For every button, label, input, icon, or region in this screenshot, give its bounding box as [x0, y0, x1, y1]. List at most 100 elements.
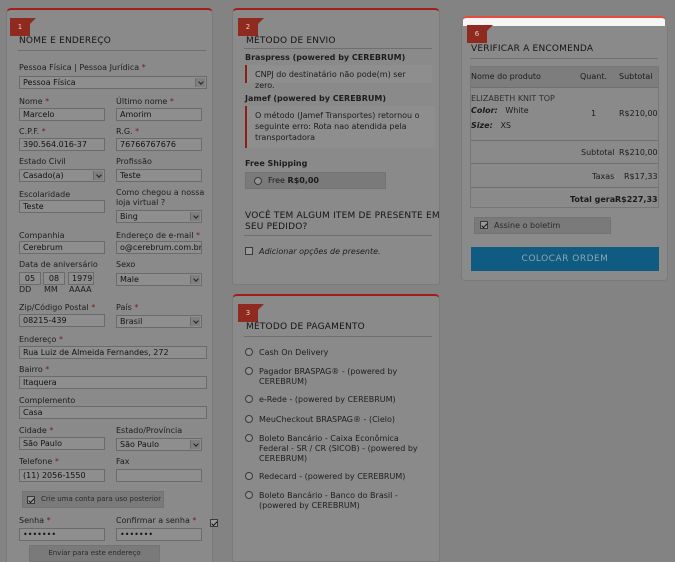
product-qty: 1: [591, 109, 597, 118]
education-input[interactable]: Teste: [19, 200, 105, 213]
complement-label: Complemento: [19, 396, 76, 405]
country-label: País *: [116, 303, 139, 312]
confirm-password-input[interactable]: •••••••: [116, 528, 202, 541]
profession-input[interactable]: Teste: [116, 169, 202, 182]
create-account-box[interactable]: Crie uma conta para uso posterior: [22, 491, 164, 508]
tax-value: R$17,33: [624, 172, 658, 181]
step-badge-2: 2: [238, 18, 264, 36]
create-account-checkbox[interactable]: [27, 496, 35, 504]
city-input[interactable]: São Paulo: [19, 437, 105, 450]
payment-option-cod[interactable]: Cash On Delivery: [259, 348, 328, 357]
zip-label: Zip/Código Postal *: [19, 303, 96, 312]
first-name-input[interactable]: Marcelo: [19, 108, 105, 121]
zip-input[interactable]: 08215-439: [19, 314, 105, 327]
complement-input[interactable]: Casa: [19, 406, 207, 419]
subtotal-label: Subtotal: [581, 148, 615, 157]
street-label: Endereço *: [19, 335, 63, 344]
payment-radio-boleto-bb[interactable]: [245, 491, 253, 499]
payment-option-meucheckout[interactable]: MeuCheckout BRASPAG® - (Cielo): [259, 415, 395, 424]
street-input[interactable]: Rua Luiz de Almeida Fernandes, 272: [19, 346, 207, 359]
payment-option-boleto-caixa[interactable]: Boleto Bancário - Caixa Econômica Federal…: [259, 434, 418, 464]
fax-label: Fax: [116, 457, 130, 466]
confirm-password-label: Confirmar a senha *: [116, 516, 197, 525]
referral-select[interactable]: Bing: [116, 210, 202, 223]
gender-label: Sexo: [116, 260, 136, 269]
free-shipping-title: Free Shipping: [245, 159, 308, 168]
payment-radio-boleto-caixa[interactable]: [245, 434, 253, 442]
rg-input[interactable]: 76766767676: [116, 138, 202, 151]
cpf-label: C.P.F. *: [19, 127, 46, 136]
payment-option-redecard[interactable]: Redecard - (powered by CEREBRUM): [259, 472, 405, 481]
place-order-button[interactable]: COLOCAR ORDEM: [471, 247, 659, 271]
phone-input[interactable]: (11) 2056-1550: [19, 469, 105, 482]
col-product-header: Nome do produto: [471, 72, 541, 81]
payment-radio-braspag[interactable]: [245, 367, 253, 375]
grand-total-value: R$227,33: [615, 195, 658, 204]
product-size: Size: XS: [471, 121, 511, 130]
cpf-input[interactable]: 390.564.016-37: [19, 138, 105, 151]
newsletter-box[interactable]: Assine o boletim: [474, 217, 611, 234]
last-name-input[interactable]: Amorim: [116, 108, 202, 121]
shipping-section-title: MÉTODO DE ENVIO: [246, 36, 336, 46]
person-type-select[interactable]: Pessoa Física: [19, 76, 207, 89]
col-subtotal-header: Subtotal: [619, 72, 653, 81]
payment-radio-meucheckout[interactable]: [245, 415, 253, 423]
gift-section-title: VOCÊ TEM ALGUM ITEM DE PRESENTE EM SEU PE…: [245, 211, 440, 232]
state-select[interactable]: São Paulo: [116, 438, 202, 451]
marital-status-select[interactable]: Casado(a): [19, 169, 105, 182]
birth-year-input[interactable]: 1979: [68, 272, 94, 285]
step-badge-1: 1: [10, 18, 36, 36]
birth-month-hint: MM: [44, 285, 58, 294]
fax-input[interactable]: [116, 469, 202, 482]
step-badge-3: 3: [238, 304, 264, 322]
payment-radio-redecard[interactable]: [245, 472, 253, 480]
birth-day-input[interactable]: 05: [19, 272, 41, 285]
payment-radio-erede[interactable]: [245, 395, 253, 403]
payment-radio-cod[interactable]: [245, 348, 253, 356]
person-type-label: Pessoa Física | Pessoa Jurídica *: [19, 63, 146, 72]
gender-select[interactable]: Male: [116, 273, 202, 286]
carrier-jamef-title: Jamef (powered by CEREBRUM): [245, 94, 387, 103]
product-color: Color: White: [471, 106, 529, 115]
payment-option-boleto-bb[interactable]: Boleto Bancário - Banco do Brasil - (powe…: [259, 491, 398, 511]
company-input[interactable]: Cerebrum: [19, 241, 105, 254]
divider: [471, 140, 658, 141]
city-label: Cidade *: [19, 426, 54, 435]
ship-to-this-address-button[interactable]: Enviar para este endereço: [29, 545, 160, 562]
marital-status-label: Estado Civil: [19, 157, 66, 166]
company-label: Companhia: [19, 231, 65, 240]
address-section-title: NOME E ENDEREÇO: [19, 36, 112, 46]
divider: [471, 187, 658, 188]
last-name-label: Último nome *: [116, 97, 174, 106]
newsletter-checkbox[interactable]: [480, 221, 488, 229]
birthdate-label: Data de aniversário: [19, 260, 98, 269]
divider: [471, 163, 658, 164]
braspress-error-notice: CNPJ do destinatário não pode(m) ser zer…: [245, 65, 432, 90]
rg-label: R.G. *: [116, 127, 140, 136]
divider: [244, 336, 432, 337]
phone-label: Telefone *: [19, 457, 59, 466]
education-label: Escolaridade: [19, 190, 71, 199]
birth-month-input[interactable]: 08: [43, 272, 65, 285]
grand-total-label: Total geral: [570, 195, 618, 204]
country-select[interactable]: Brasil: [116, 315, 202, 328]
birth-day-hint: DD: [19, 285, 32, 294]
payment-option-erede[interactable]: e-Rede - (powered by CEREBRUM): [259, 395, 396, 404]
tax-label: Taxas: [592, 172, 615, 181]
free-shipping-option[interactable]: Free R$0,00: [245, 172, 386, 189]
subtotal-value: R$210,00: [619, 148, 658, 157]
district-input[interactable]: Itaquera: [19, 376, 207, 389]
birth-year-hint: AAAA: [69, 285, 92, 294]
divider: [244, 235, 432, 236]
gift-options-checkbox[interactable]: [245, 247, 253, 255]
payment-option-braspag[interactable]: Pagador BRASPAG® - (powered by CEREBRUM): [259, 367, 397, 387]
payment-panel: [232, 294, 440, 562]
jamef-error-notice: O método (Jamef Transportes) retornou os…: [245, 106, 435, 148]
free-shipping-radio[interactable]: [254, 177, 262, 185]
state-label: Estado/Província: [116, 426, 183, 435]
email-input[interactable]: o@cerebrum.com.br: [116, 241, 202, 254]
divider: [18, 50, 206, 51]
password-input[interactable]: •••••••: [19, 528, 105, 541]
col-qty-header: Quant.: [580, 72, 608, 81]
divider: [244, 48, 432, 49]
